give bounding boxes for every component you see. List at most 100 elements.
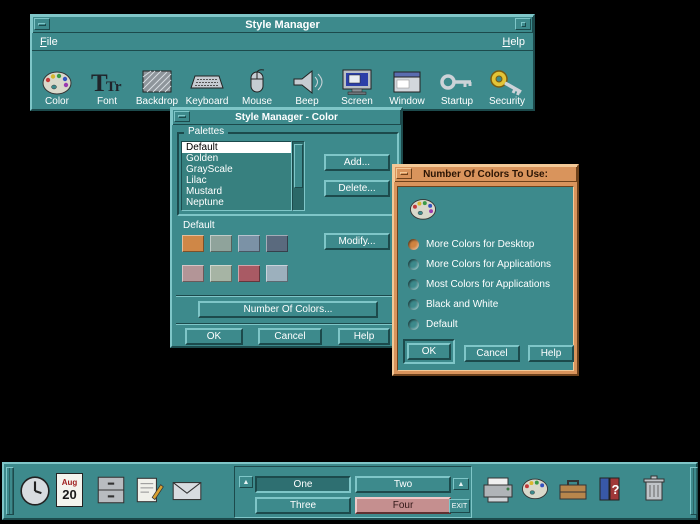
desktop: Style Manager File Help Color T Tr Font … <box>0 0 700 524</box>
tool-keyboard[interactable]: Keyboard <box>182 51 232 109</box>
number-of-colors-button[interactable]: Number Of Colors... <box>198 301 378 318</box>
trash-icon <box>643 475 665 501</box>
printer-icon <box>483 477 513 503</box>
radio-label[interactable]: Most Colors for Applications <box>426 279 550 290</box>
panel-handle-right[interactable] <box>690 467 698 515</box>
exit-label: EXIT <box>451 502 468 510</box>
help-control[interactable]: ? <box>594 472 628 506</box>
backdrop-icon <box>142 70 172 93</box>
number-of-colors-dialog: Number Of Colors To Use: More Colors for… <box>392 164 579 376</box>
applications-control[interactable] <box>556 473 590 505</box>
ok-button[interactable]: OK <box>185 328 243 345</box>
dialog-title: Number Of Colors To Use: <box>423 168 548 180</box>
radio-default[interactable] <box>408 319 419 330</box>
color-swatch[interactable] <box>266 265 288 282</box>
menu-file[interactable]: File <box>40 36 58 48</box>
workspace-button-one[interactable]: One <box>255 476 351 493</box>
color-swatch[interactable] <box>210 265 232 282</box>
separator <box>176 295 397 297</box>
tool-label: Startup <box>440 96 474 107</box>
exit-button[interactable]: EXIT <box>449 499 470 513</box>
color-swatch[interactable] <box>238 235 260 252</box>
radio-label[interactable]: Default <box>426 319 458 330</box>
tool-label: Screen <box>341 96 373 107</box>
tool-beep[interactable]: Beep <box>282 51 332 109</box>
tool-security[interactable]: Security <box>482 51 532 109</box>
clock-control[interactable] <box>18 473 52 509</box>
file-manager-icon <box>97 476 125 504</box>
radio-label[interactable]: Black and White <box>426 299 498 310</box>
window-menu-button[interactable] <box>34 18 50 30</box>
color-swatch[interactable] <box>182 265 204 282</box>
up-arrow-icon: ▲ <box>242 478 250 486</box>
palette-list-item[interactable]: Neptune <box>182 197 291 208</box>
help-button[interactable]: Help <box>528 345 574 362</box>
color-swatch[interactable] <box>210 235 232 252</box>
style-manager-titlebar[interactable]: Style Manager <box>32 16 533 33</box>
menu-help[interactable]: Help <box>502 36 525 48</box>
number-of-colors-titlebar[interactable]: Number Of Colors To Use: <box>394 166 577 182</box>
add-button[interactable]: Add... <box>324 154 390 171</box>
palette-preview-label: Default <box>183 220 215 231</box>
tool-label: Beep <box>295 96 319 107</box>
workspace-button-three[interactable]: Three <box>255 497 351 514</box>
tool-color[interactable]: Color <box>32 51 82 109</box>
color-swatch[interactable] <box>182 235 204 252</box>
palette-list-item[interactable]: Default <box>182 142 291 153</box>
palettes-group-label: Palettes <box>184 126 229 137</box>
tool-label: Security <box>488 96 526 107</box>
scrollbar-thumb[interactable] <box>294 144 303 188</box>
palette-list-item[interactable]: Lilac <box>182 175 291 186</box>
radio-more-colors-applications[interactable] <box>408 259 419 270</box>
file-manager-control[interactable] <box>94 474 128 506</box>
tool-screen[interactable]: Screen <box>332 51 382 109</box>
screen-icon <box>342 69 372 95</box>
default-button-ring: OK <box>403 339 455 364</box>
tool-backdrop[interactable]: Backdrop <box>132 51 182 109</box>
tool-font[interactable]: T Tr Font <box>82 51 132 109</box>
radio-label[interactable]: More Colors for Desktop <box>426 239 534 250</box>
modify-button[interactable]: Modify... <box>324 233 390 250</box>
workspace-button-two[interactable]: Two <box>355 476 451 493</box>
color-dialog: Style Manager - Color Palettes Default G… <box>170 107 403 348</box>
color-dialog-titlebar[interactable]: Style Manager - Color <box>172 109 401 125</box>
radio-label[interactable]: More Colors for Applications <box>426 259 551 270</box>
subpanel-arrow-right[interactable]: ▲ <box>453 478 469 490</box>
tool-mouse[interactable]: Mouse <box>232 51 282 109</box>
palette-list-item[interactable]: Golden <box>182 153 291 164</box>
color-swatch[interactable] <box>266 235 288 252</box>
mail-control[interactable] <box>170 474 204 506</box>
calendar-control[interactable]: Aug 20 <box>56 473 83 507</box>
workspace-button-four[interactable]: Four <box>355 497 451 514</box>
delete-button[interactable]: Delete... <box>324 180 390 197</box>
color-swatch[interactable] <box>238 265 260 282</box>
palette-list-item[interactable]: Mustard <box>182 186 291 197</box>
printer-control[interactable] <box>480 473 516 507</box>
startup-icon <box>440 74 472 90</box>
minimize-button[interactable] <box>515 18 531 30</box>
panel-handle-left[interactable] <box>6 467 14 515</box>
window-menu-button[interactable] <box>396 168 412 179</box>
window-menu-button[interactable] <box>174 111 190 122</box>
subpanel-arrow-left[interactable]: ▲ <box>239 476 253 488</box>
radio-more-colors-desktop[interactable] <box>408 239 419 250</box>
style-manager-control[interactable] <box>518 473 552 503</box>
palette-list-item[interactable]: GrayScale <box>182 164 291 175</box>
help-button[interactable]: Help <box>338 328 390 345</box>
palette-list: Default Golden GrayScale Lilac Mustard N… <box>181 141 292 211</box>
dialog-title: Style Manager - Color <box>235 111 338 123</box>
tool-startup[interactable]: Startup <box>432 51 482 109</box>
cancel-button[interactable]: Cancel <box>258 328 322 345</box>
trash-control[interactable] <box>638 472 670 506</box>
cancel-button[interactable]: Cancel <box>464 345 520 362</box>
radio-most-colors-applications[interactable] <box>408 279 419 290</box>
tool-window[interactable]: Window <box>382 51 432 109</box>
dialog-content: More Colors for Desktop More Colors for … <box>397 186 574 371</box>
ok-button[interactable]: OK <box>407 343 451 360</box>
keyboard-icon <box>190 75 224 89</box>
text-editor-control[interactable] <box>132 474 166 506</box>
style-manager-window: Style Manager File Help Color T Tr Font … <box>30 14 535 111</box>
palette-list-scrollbar[interactable] <box>292 141 305 211</box>
radio-black-and-white[interactable] <box>408 299 419 310</box>
beep-icon <box>293 69 323 95</box>
